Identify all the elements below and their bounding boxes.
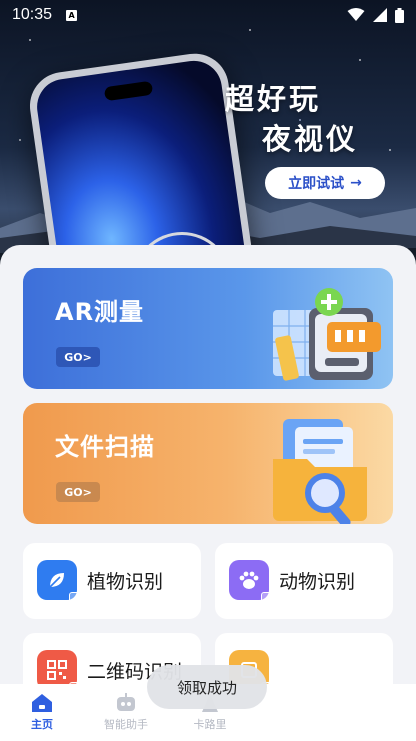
hero-banner[interactable]: 超好玩 夜视仪 立即试试 →	[0, 0, 416, 268]
leaf-icon	[37, 560, 83, 606]
file-scan-title: 文件扫描	[55, 433, 155, 461]
nav-home-label: 主页	[31, 718, 53, 731]
try-now-label: 立即试试	[288, 176, 345, 192]
robot-icon	[117, 693, 135, 711]
battery-icon	[395, 7, 404, 23]
folder-search-illustration-icon	[273, 419, 367, 524]
try-now-button[interactable]: 立即试试 →	[265, 167, 385, 199]
nav-calorie-label: 卡路里	[193, 718, 227, 731]
file-scan-card[interactable]: 文件扫描 GO>	[23, 403, 393, 524]
plant-identify-label: 植物识别	[87, 571, 164, 593]
phone-illustration	[25, 49, 259, 268]
paw-icon	[229, 560, 275, 606]
wifi-icon	[347, 8, 365, 21]
status-bar: 10:35 A	[0, 0, 416, 30]
file-go-badge: GO>	[56, 482, 100, 502]
status-time: 10:35	[12, 6, 53, 23]
ar-go-badge: GO>	[56, 347, 100, 367]
ar-measure-title: AR测量	[55, 298, 145, 326]
home-icon	[32, 694, 52, 712]
toast-message: 领取成功	[147, 665, 267, 709]
plant-identify-card[interactable]: 植物识别	[23, 543, 201, 619]
animal-identify-label: 动物识别	[279, 571, 356, 593]
signal-icon	[373, 8, 387, 22]
nav-home[interactable]: 主页	[0, 684, 84, 741]
ar-ruler-illustration-icon	[273, 288, 381, 381]
arrow-right-icon: →	[350, 175, 362, 191]
notification-icon: A	[66, 9, 78, 21]
hero-title-line2: 夜视仪	[262, 122, 359, 156]
hero-title-line1: 超好玩	[225, 82, 322, 116]
nav-assistant-label: 智能助手	[104, 718, 148, 731]
animal-identify-card[interactable]: 动物识别	[215, 543, 393, 619]
ar-measure-card[interactable]: AR测量 GO>	[23, 268, 393, 389]
